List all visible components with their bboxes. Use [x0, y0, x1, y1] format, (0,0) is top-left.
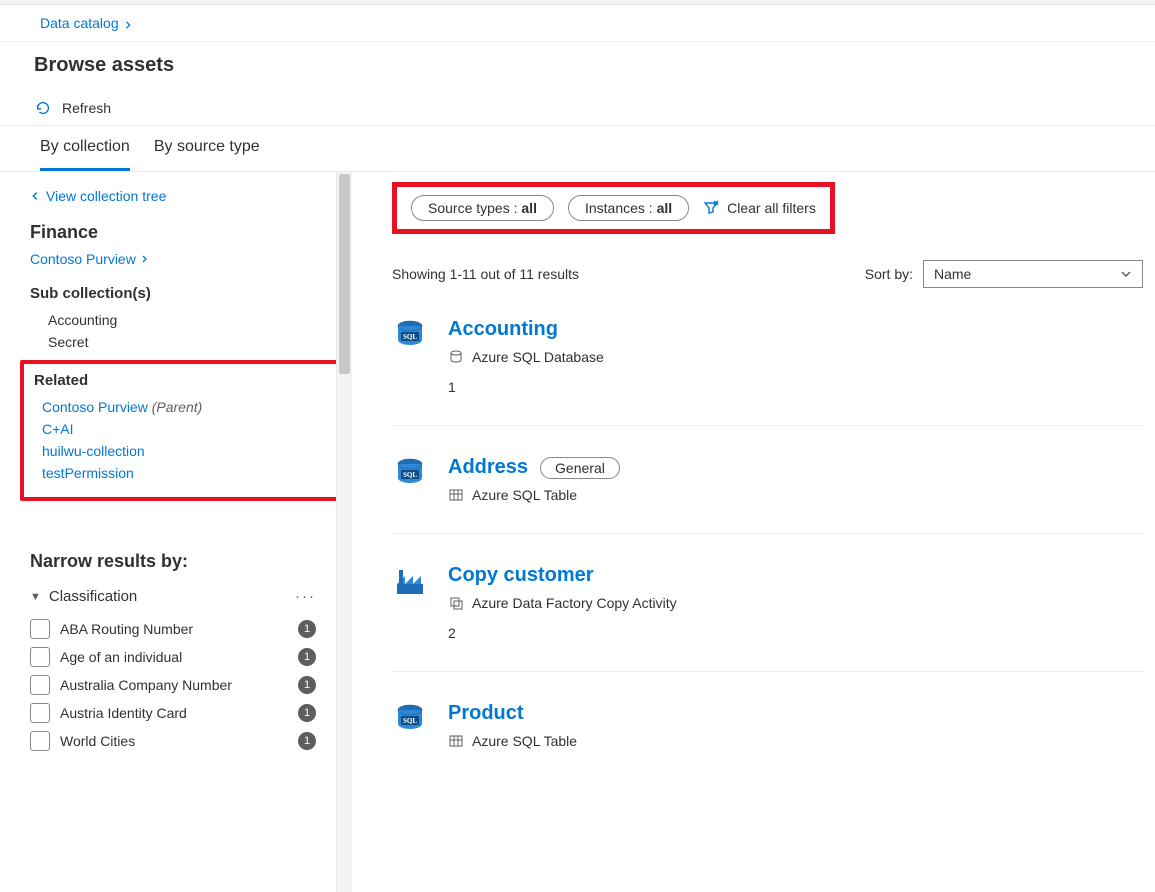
instances-filter[interactable]: Instances : all — [568, 195, 689, 221]
svg-text:SQL: SQL — [403, 471, 417, 479]
main-content: Source types : all Instances : all Clear… — [352, 172, 1155, 892]
facet-count: 1 — [298, 620, 316, 638]
facet-row[interactable]: ABA Routing Number 1 — [30, 619, 344, 639]
asset-type-icon — [392, 564, 428, 641]
parent-collection-link[interactable]: Contoso Purview — [30, 251, 149, 267]
asset-subtitle: Azure SQL Table — [448, 487, 620, 503]
chevron-right-icon — [140, 254, 149, 264]
asset-title-link[interactable]: Copy customer — [448, 564, 594, 587]
facet-row[interactable]: Age of an individual 1 — [30, 647, 344, 667]
asset-type-icon: SQL — [392, 702, 428, 749]
checkbox[interactable] — [30, 647, 50, 667]
facet-count: 1 — [298, 676, 316, 694]
related-heading: Related — [34, 372, 330, 389]
clear-all-filters-button[interactable]: Clear all filters — [703, 200, 816, 216]
results-bar: Showing 1-11 out of 11 results Sort by: … — [392, 260, 1143, 288]
facet-label: Age of an individual — [60, 649, 288, 665]
sub-collections-heading: Sub collection(s) — [30, 285, 344, 302]
related-section-highlight: Related Contoso Purview (Parent) C+AI hu… — [20, 360, 344, 501]
asset-number: 1 — [448, 379, 604, 395]
asset-subtitle: Azure SQL Database — [448, 349, 604, 365]
refresh-button[interactable]: Refresh — [62, 100, 111, 116]
facet-label: ABA Routing Number — [60, 621, 288, 637]
asset-number: 2 — [448, 625, 677, 641]
asset-row: SQL AddressGeneral Azure SQL Table — [392, 426, 1143, 534]
asset-tag: General — [540, 457, 620, 479]
facet-count: 1 — [298, 704, 316, 722]
facet-count: 1 — [298, 648, 316, 666]
asset-row: SQL Product Azure SQL Table — [392, 672, 1143, 779]
related-item[interactable]: C+AI — [42, 421, 330, 437]
sub-collection-item[interactable]: Secret — [48, 334, 344, 350]
related-item[interactable]: testPermission — [42, 465, 330, 481]
asset-row: Copy customer Azure Data Factory Copy Act… — [392, 534, 1143, 672]
caret-down-icon: ▼ — [30, 591, 41, 603]
sort-dropdown[interactable]: Name — [923, 260, 1143, 288]
related-item[interactable]: huilwu-collection — [42, 443, 330, 459]
breadcrumb[interactable]: Data catalog — [0, 5, 1155, 42]
scrollbar[interactable] — [336, 172, 352, 892]
breadcrumb-link[interactable]: Data catalog — [40, 15, 119, 31]
asset-title-link[interactable]: Product — [448, 702, 524, 725]
more-options-icon[interactable]: ··· — [295, 588, 316, 605]
facet-label: Australia Company Number — [60, 677, 288, 693]
collection-title: Finance — [30, 222, 344, 243]
view-collection-tree-link[interactable]: View collection tree — [30, 188, 344, 204]
sidebar: View collection tree Finance Contoso Pur… — [0, 172, 352, 892]
results-count: Showing 1-11 out of 11 results — [392, 266, 579, 282]
page-title: Browse assets — [0, 42, 1155, 91]
classification-header[interactable]: ▼ Classification ··· — [30, 588, 344, 605]
chevron-right-icon — [123, 20, 133, 30]
svg-text:SQL: SQL — [403, 333, 417, 341]
filter-clear-icon — [703, 200, 719, 216]
narrow-results-heading: Narrow results by: — [30, 551, 344, 572]
checkbox[interactable] — [30, 731, 50, 751]
checkbox[interactable] — [30, 703, 50, 723]
filter-bar-highlight: Source types : all Instances : all Clear… — [392, 182, 835, 234]
checkbox[interactable] — [30, 675, 50, 695]
related-item[interactable]: Contoso Purview (Parent) — [42, 399, 330, 415]
refresh-icon — [34, 99, 52, 117]
asset-type-icon: SQL — [392, 318, 428, 395]
tab-by-collection[interactable]: By collection — [40, 138, 130, 171]
facet-label: Austria Identity Card — [60, 705, 288, 721]
asset-row: SQL Accounting Azure SQL Database 1 — [392, 288, 1143, 426]
checkbox[interactable] — [30, 619, 50, 639]
facet-row[interactable]: Australia Company Number 1 — [30, 675, 344, 695]
facet-row[interactable]: World Cities 1 — [30, 731, 344, 751]
facet-row[interactable]: Austria Identity Card 1 — [30, 703, 344, 723]
asset-type-icon: SQL — [392, 456, 428, 503]
sort-label: Sort by: — [865, 266, 913, 282]
tab-by-source-type[interactable]: By source type — [154, 138, 260, 171]
facet-label: World Cities — [60, 733, 288, 749]
svg-text:SQL: SQL — [403, 717, 417, 725]
chevron-left-icon — [30, 190, 40, 202]
tab-row: By collection By source type — [0, 126, 1155, 172]
facet-count: 1 — [298, 732, 316, 750]
asset-subtitle: Azure Data Factory Copy Activity — [448, 595, 677, 611]
asset-title-link[interactable]: Accounting — [448, 318, 558, 341]
chevron-down-icon — [1120, 268, 1132, 280]
source-types-filter[interactable]: Source types : all — [411, 195, 554, 221]
command-bar: Refresh — [0, 91, 1155, 126]
asset-subtitle: Azure SQL Table — [448, 733, 577, 749]
sub-collection-item[interactable]: Accounting — [48, 312, 344, 328]
asset-title-link[interactable]: AddressGeneral — [448, 456, 620, 479]
